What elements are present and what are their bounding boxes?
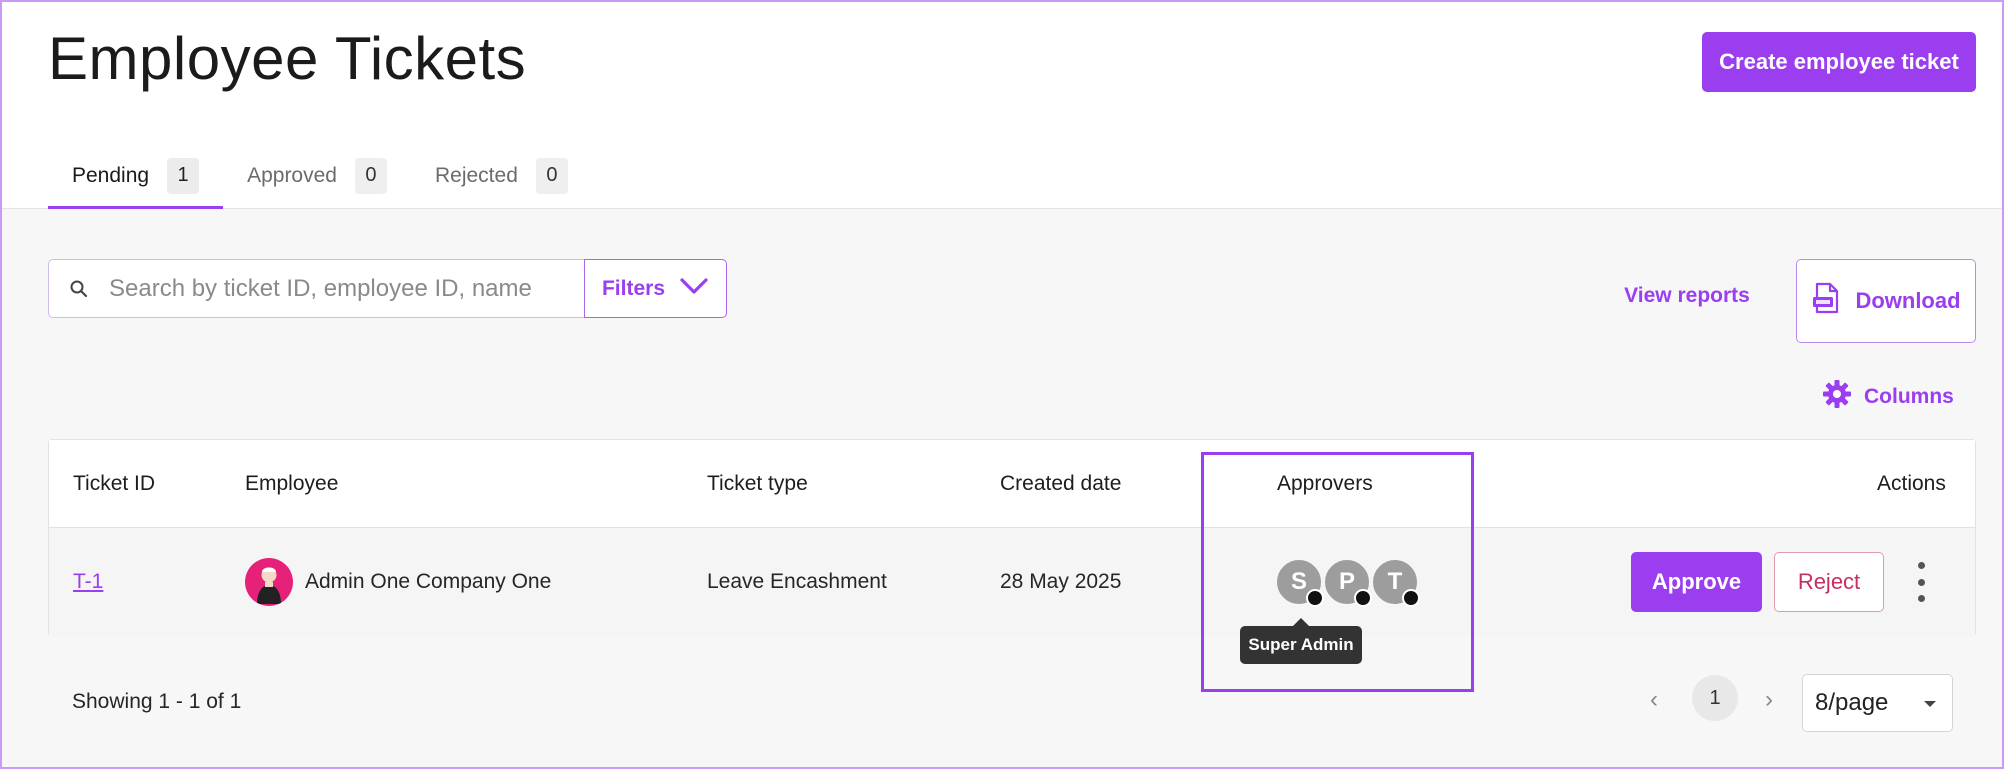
table-row: T-1 Admin One Company One Leave Encashme… bbox=[49, 528, 1975, 637]
more-options-icon[interactable] bbox=[1909, 562, 1933, 602]
tab-pending-label: Pending bbox=[72, 163, 150, 187]
search-input[interactable] bbox=[109, 274, 569, 303]
pagination-current-page[interactable]: 1 bbox=[1692, 675, 1738, 721]
approver-initial: S bbox=[1290, 568, 1307, 595]
reject-button[interactable]: Reject bbox=[1774, 552, 1884, 612]
column-header-approvers[interactable]: Approvers bbox=[1277, 472, 1373, 496]
page-title: Employee Tickets bbox=[48, 25, 527, 92]
view-reports-link[interactable]: View reports bbox=[1602, 284, 1772, 308]
clock-icon bbox=[1402, 589, 1420, 607]
chevron-left-icon[interactable]: ‹ bbox=[1650, 686, 1658, 714]
column-header-actions: Actions bbox=[1877, 472, 1946, 495]
employee-avatar bbox=[245, 558, 293, 606]
table-header: Ticket ID Employee Ticket type Created d… bbox=[49, 440, 1975, 528]
filters-label: Filters bbox=[601, 276, 666, 300]
tab-approved[interactable]: Approved 0 bbox=[223, 142, 411, 209]
tab-approved-count: 0 bbox=[354, 157, 387, 194]
tickets-table: Ticket ID Employee Ticket type Created d… bbox=[48, 439, 1976, 637]
chevron-down-icon bbox=[679, 276, 709, 302]
caret-down-icon bbox=[1924, 701, 1936, 707]
column-header-created-date[interactable]: Created date bbox=[1000, 472, 1121, 496]
ticket-id-link[interactable]: T-1 bbox=[73, 570, 103, 594]
tab-rejected-count: 0 bbox=[535, 157, 568, 194]
search-box bbox=[48, 259, 586, 318]
approver-avatar[interactable]: T bbox=[1371, 558, 1420, 607]
app-frame: Employee Tickets Create employee ticket … bbox=[0, 0, 2004, 769]
download-button[interactable]: Download bbox=[1796, 259, 1976, 343]
search-icon bbox=[49, 279, 109, 299]
clock-icon bbox=[1306, 589, 1324, 607]
chevron-right-icon[interactable]: › bbox=[1765, 686, 1773, 714]
ticket-type: Leave Encashment bbox=[707, 570, 887, 593]
page-size-value: 8/page bbox=[1815, 689, 1889, 716]
tab-rejected-label: Rejected bbox=[434, 163, 518, 187]
columns-label: Columns bbox=[1864, 385, 1954, 408]
created-date: 28 May 2025 bbox=[1000, 570, 1122, 593]
clock-icon bbox=[1354, 589, 1372, 607]
xls-file-icon bbox=[1811, 282, 1841, 320]
status-tabs: Pending 1 Approved 0 Rejected 0 bbox=[48, 142, 592, 209]
gear-icon bbox=[1822, 379, 1852, 415]
download-label: Download bbox=[1855, 288, 1961, 313]
column-header-ticket-id[interactable]: Ticket ID bbox=[73, 472, 155, 496]
page-size-select[interactable]: 8/page bbox=[1802, 674, 1953, 732]
pagination-summary: Showing 1 - 1 of 1 bbox=[72, 690, 242, 713]
create-employee-ticket-button[interactable]: Create employee ticket bbox=[1702, 32, 1976, 92]
column-header-ticket-type[interactable]: Ticket type bbox=[707, 472, 808, 496]
employee-name: Admin One Company One bbox=[305, 570, 552, 593]
approver-avatar[interactable]: S bbox=[1275, 558, 1324, 607]
approver-initial: P bbox=[1338, 568, 1355, 595]
tab-pending-count: 1 bbox=[167, 157, 200, 194]
column-header-employee[interactable]: Employee bbox=[245, 472, 338, 496]
approver-avatar[interactable]: P bbox=[1323, 558, 1372, 607]
approver-tooltip: Super Admin bbox=[1240, 618, 1362, 664]
tab-approved-label: Approved bbox=[247, 163, 337, 187]
approver-initial: T bbox=[1387, 568, 1403, 595]
filters-button[interactable]: Filters bbox=[584, 259, 727, 318]
tab-rejected[interactable]: Rejected 0 bbox=[411, 142, 592, 209]
approve-button[interactable]: Approve bbox=[1631, 552, 1762, 612]
header-section: Employee Tickets Create employee ticket … bbox=[2, 2, 2002, 209]
tab-pending[interactable]: Pending 1 bbox=[48, 142, 224, 209]
columns-button[interactable]: Columns bbox=[1822, 379, 1954, 415]
